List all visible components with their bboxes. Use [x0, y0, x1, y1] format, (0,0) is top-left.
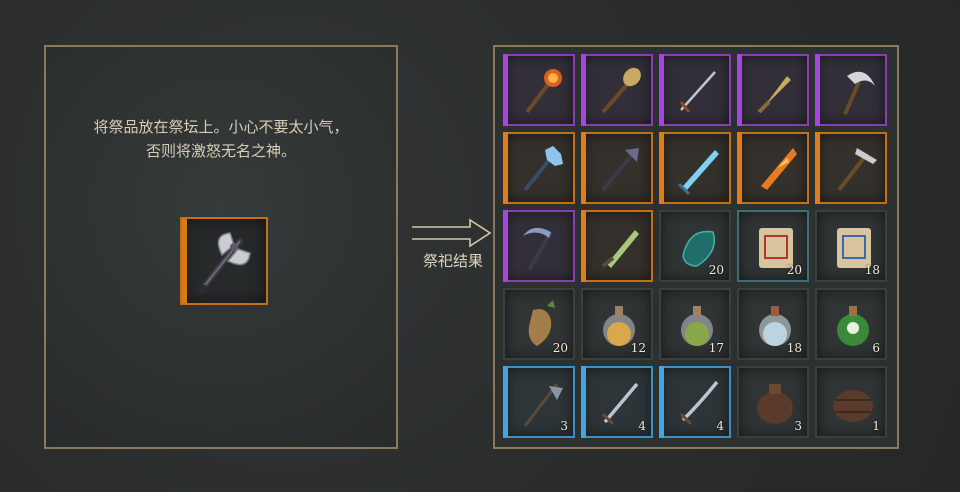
rarity-stripe — [815, 132, 820, 204]
item-quantity: 3 — [560, 419, 568, 433]
rarity-stripe — [737, 54, 742, 126]
item-quantity: 20 — [786, 263, 802, 277]
item-quantity: 6 — [872, 341, 880, 355]
rarity-stripe — [659, 366, 664, 438]
inventory-slot[interactable] — [503, 54, 575, 126]
item-quantity: 20 — [552, 341, 568, 355]
inventory-slot[interactable]: 1 — [815, 366, 887, 438]
item-quantity: 17 — [708, 341, 724, 355]
inventory-slot[interactable]: 20 — [659, 210, 731, 282]
scythe-icon — [523, 227, 553, 272]
instruction-line-1: 将祭品放在祭坛上。小心不要太小气， — [93, 118, 349, 136]
inventory-slot[interactable] — [581, 210, 653, 282]
rarity-stripe — [581, 210, 586, 282]
battle-axe-icon — [198, 232, 251, 293]
silver-axe-icon — [843, 71, 875, 115]
rarity-stripe — [581, 54, 586, 126]
inventory-slot[interactable]: 17 — [659, 288, 731, 360]
inventory-slot[interactable] — [503, 210, 575, 282]
inventory-slot[interactable] — [737, 132, 809, 204]
ice-mace-icon — [523, 146, 563, 192]
fire-mace-icon — [525, 69, 562, 114]
inventory-slot[interactable]: 4 — [659, 366, 731, 438]
inventory-slot[interactable] — [581, 54, 653, 126]
item-quantity: 1 — [872, 419, 880, 433]
offering-slot[interactable] — [180, 217, 268, 305]
inventory-slot[interactable] — [581, 132, 653, 204]
inventory-slot[interactable]: 18 — [737, 288, 809, 360]
instruction-line-2: 否则将激怒无名之神。 — [145, 142, 296, 160]
inventory-slot[interactable] — [815, 132, 887, 204]
inventory-slot[interactable] — [659, 54, 731, 126]
inventory-slot[interactable] — [503, 132, 575, 204]
sacrifice-result-grid: 20 20 18 20 12 17 18 6 3 4 4 3 1 — [493, 45, 899, 449]
item-quantity: 18 — [786, 341, 802, 355]
item-quantity: 3 — [794, 419, 802, 433]
gold-mace-icon — [601, 67, 641, 114]
inventory-slot[interactable] — [815, 54, 887, 126]
rarity-stripe — [503, 210, 508, 282]
inventory-slot[interactable] — [737, 54, 809, 126]
flame-sword-icon — [761, 148, 797, 190]
rarity-stripe — [581, 366, 586, 438]
inventory-slot[interactable]: 6 — [815, 288, 887, 360]
ice-sword-icon — [677, 150, 719, 196]
result-label: 祭祀结果 — [422, 252, 483, 270]
item-quantity: 4 — [638, 419, 646, 433]
inventory-slot[interactable]: 20 — [503, 288, 575, 360]
item-quantity: 4 — [716, 419, 724, 433]
rarity-stripe — [659, 132, 664, 204]
item-quantity: 12 — [630, 341, 646, 355]
rarity-stripe — [581, 132, 586, 204]
arrow-right-icon — [412, 218, 492, 248]
rarity-stripe — [659, 54, 664, 126]
rarity-stripe — [815, 54, 820, 126]
war-pick-icon — [837, 148, 877, 192]
altar-panel: 将祭品放在祭坛上。小心不要太小气， 否则将激怒无名之神。 — [44, 45, 398, 449]
altar-instructions: 将祭品放在祭坛上。小心不要太小气， 否则将激怒无名之神。 — [46, 115, 396, 163]
inventory-slot[interactable]: 3 — [503, 366, 575, 438]
rarity-stripe — [503, 366, 508, 438]
inventory-slot[interactable] — [659, 132, 731, 204]
inventory-slot[interactable]: 20 — [737, 210, 809, 282]
rarity-stripe — [503, 132, 508, 204]
nature-dagger-icon — [601, 230, 639, 268]
dark-scepter-icon — [601, 148, 639, 192]
inventory-slot[interactable]: 18 — [815, 210, 887, 282]
rapier-icon — [679, 71, 716, 113]
inventory-slot[interactable]: 3 — [737, 366, 809, 438]
rarity-stripe — [503, 54, 508, 126]
inventory-slot[interactable]: 12 — [581, 288, 653, 360]
inventory-slot[interactable]: 4 — [581, 366, 653, 438]
item-quantity: 20 — [708, 263, 724, 277]
item-quantity: 18 — [864, 263, 880, 277]
rarity-stripe — [737, 132, 742, 204]
golden-dagger-icon — [757, 76, 791, 114]
